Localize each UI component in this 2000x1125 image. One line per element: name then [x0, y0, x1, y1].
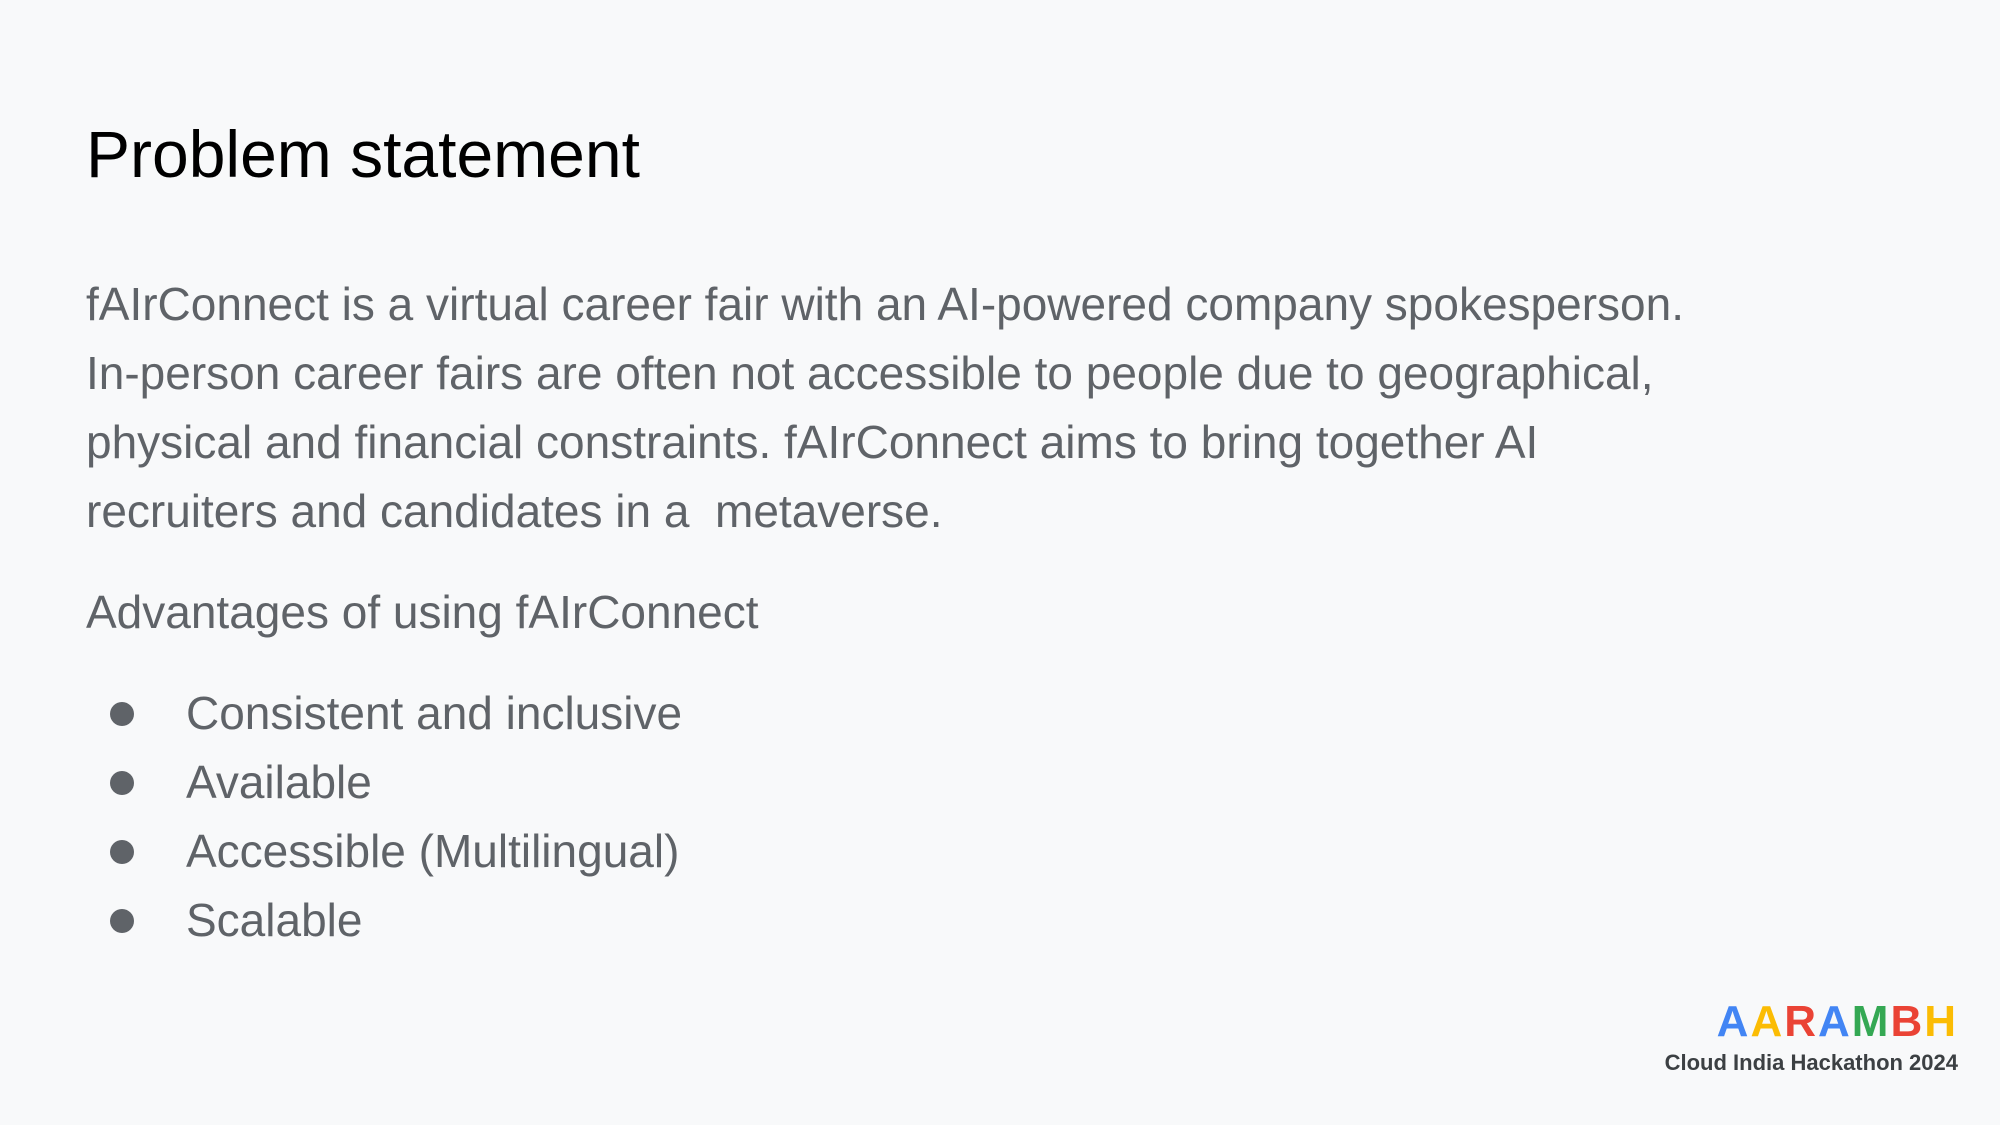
list-item-label: Accessible (Multilingual) — [186, 825, 680, 877]
logo-letter: B — [1890, 997, 1925, 1046]
slide: Problem statement fAIrConnect is a virtu… — [0, 0, 2000, 1125]
description-line: In-person career fairs are often not acc… — [86, 347, 1654, 399]
advantages-heading: Advantages of using fAIrConnect — [86, 586, 759, 638]
logo-letter: H — [1924, 997, 1958, 1046]
description-line: physical and financial constraints. fAIr… — [86, 416, 1539, 468]
logo-letter: A — [1716, 997, 1751, 1046]
logo-letter: A — [1750, 997, 1785, 1046]
bullet-icon — [110, 770, 134, 795]
list-item: Accessible (Multilingual) — [86, 817, 1916, 886]
logo-letter: M — [1851, 997, 1891, 1046]
list-item-label: Consistent and inclusive — [186, 687, 683, 739]
list-item-label: Available — [186, 756, 372, 808]
bullet-icon — [110, 701, 134, 726]
bullet-icon — [110, 908, 134, 933]
logo-letter: R — [1784, 997, 1818, 1046]
logo-wordmark: AARAMBH — [1665, 1000, 1958, 1044]
list-item-label: Scalable — [186, 894, 363, 946]
bullet-icon — [110, 839, 134, 864]
logo-subtitle: Cloud India Hackathon 2024 — [1664, 1050, 1958, 1075]
description-line: fAIrConnect is a virtual career fair wit… — [86, 278, 1684, 330]
slide-title: Problem statement — [86, 117, 640, 191]
aarambh-logo: AARAMBH Cloud India Hackathon 2024 — [1665, 1000, 1958, 1076]
description-line: recruiters and candidates in a metaverse… — [86, 485, 943, 537]
list-item: Scalable — [86, 886, 1916, 955]
list-item: Consistent and inclusive — [86, 679, 1916, 748]
problem-description: fAIrConnect is a virtual career fair wit… — [86, 270, 1916, 546]
advantages-list: Consistent and inclusive Available Acces… — [86, 679, 1916, 955]
list-item: Available — [86, 748, 1916, 817]
slide-body: fAIrConnect is a virtual career fair wit… — [86, 270, 1916, 955]
logo-letter: A — [1818, 997, 1852, 1046]
